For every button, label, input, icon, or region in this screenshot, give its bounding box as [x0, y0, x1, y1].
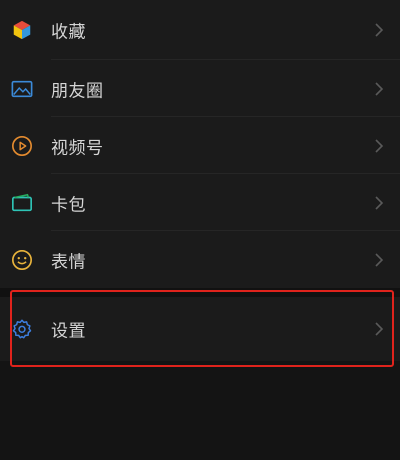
image-icon: [10, 77, 34, 101]
menu-group: 收藏 朋友圈 视频号 卡包 表情: [0, 0, 400, 288]
empty-area: [0, 361, 400, 460]
menu-item-label: 收藏: [51, 22, 86, 43]
chevron-right-icon: [374, 195, 384, 211]
chevron-right-icon: [374, 321, 384, 337]
section-gap: [0, 288, 400, 297]
chevron-right-icon: [374, 81, 384, 97]
menu-item-channels[interactable]: 视频号: [0, 117, 400, 174]
menu-item-label: 朋友圈: [51, 81, 104, 101]
gear-icon: [10, 317, 34, 341]
cube-icon: [10, 18, 34, 42]
menu-item-favorites[interactable]: 收藏: [0, 0, 400, 60]
settings-group: 设置: [0, 297, 400, 361]
menu-item-label: 表情: [51, 252, 86, 272]
menu-item-settings[interactable]: 设置: [0, 297, 400, 361]
menu-item-label: 设置: [51, 321, 86, 342]
chevron-right-icon: [374, 138, 384, 154]
chevron-right-icon: [374, 252, 384, 268]
menu-item-label: 卡包: [51, 195, 86, 215]
menu-item-stickers[interactable]: 表情: [0, 231, 400, 288]
play-circle-icon: [10, 134, 34, 158]
chevron-right-icon: [374, 22, 384, 38]
smiley-icon: [10, 248, 34, 272]
me-page-screen: 收藏 朋友圈 视频号 卡包 表情 设置: [0, 0, 400, 460]
menu-item-label: 视频号: [51, 138, 104, 158]
menu-item-moments[interactable]: 朋友圈: [0, 60, 400, 117]
card-wallet-icon: [10, 191, 34, 215]
menu-item-card-wallet[interactable]: 卡包: [0, 174, 400, 231]
